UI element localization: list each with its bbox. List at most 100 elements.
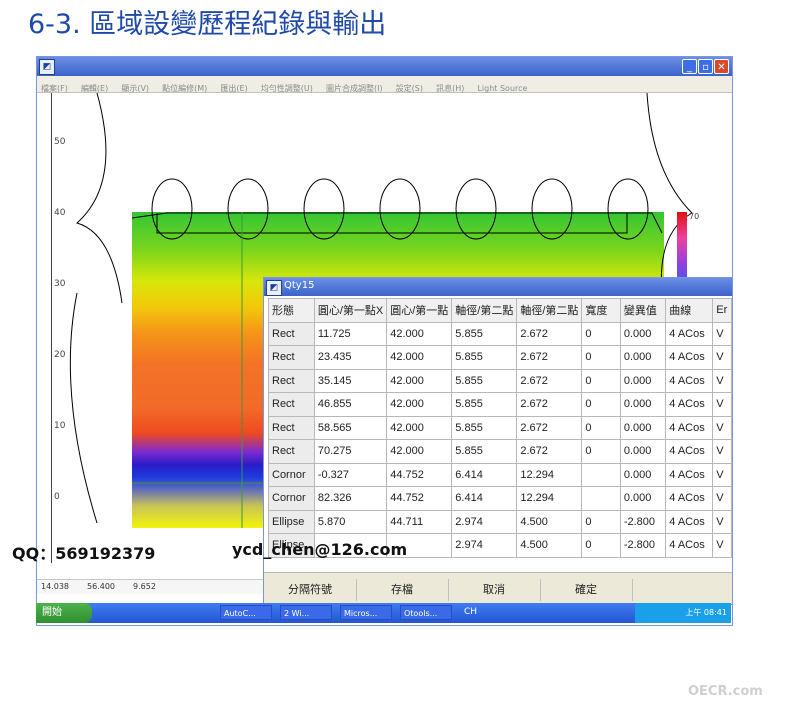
column-header[interactable]: 軸徑/第二點 <box>516 298 583 323</box>
shape-type-cell[interactable]: Rect <box>268 392 315 417</box>
table-cell[interactable]: 5.855 <box>451 368 518 393</box>
table-cell[interactable]: V <box>712 321 732 346</box>
table-cell[interactable]: 23.435 <box>313 345 388 370</box>
shape-type-cell[interactable]: Rect <box>268 415 315 440</box>
table-row[interactable]: Rect 46.855 42.000 5.855 2.672 0 0.000 4 ACos V <box>268 392 732 417</box>
table-cell[interactable]: 4 ACos <box>665 415 714 440</box>
table-cell[interactable]: 0.000 <box>619 439 667 464</box>
shape-type-cell[interactable]: Rect <box>268 345 315 370</box>
menu-view[interactable]: 顯示(V) <box>117 80 153 94</box>
table-cell[interactable]: 4 ACos <box>665 462 714 487</box>
table-cell[interactable]: -0.327 <box>313 462 388 487</box>
table-cell[interactable]: 70.275 <box>313 439 388 464</box>
table-cell[interactable]: 2.672 <box>516 345 583 370</box>
table-cell[interactable]: 4.500 <box>516 533 583 558</box>
menu-light-source[interactable]: Light Source <box>473 81 531 93</box>
table-cell[interactable]: 2.672 <box>516 321 583 346</box>
table-cell[interactable]: 0 <box>581 509 621 534</box>
table-cell[interactable]: 0 <box>581 345 621 370</box>
start-button[interactable]: 開始 <box>36 603 92 623</box>
table-cell[interactable]: 0 <box>581 415 621 440</box>
table-cell[interactable]: 4 ACos <box>665 392 714 417</box>
ok-button[interactable]: 確定 <box>540 579 633 601</box>
table-cell[interactable]: 44.752 <box>386 486 453 511</box>
table-row[interactable]: Rect 58.565 42.000 5.855 2.672 0 0.000 4 ACos V <box>268 415 732 440</box>
qty-titlebar[interactable]: ◩ Qty15 <box>264 278 732 296</box>
maximize-button[interactable]: ▫ <box>698 59 713 74</box>
table-cell[interactable]: 6.414 <box>451 486 518 511</box>
language-indicator[interactable]: CH <box>464 607 477 617</box>
close-button[interactable]: ✕ <box>714 59 729 74</box>
task-autocad[interactable]: AutoC... <box>220 605 272 620</box>
task-otools[interactable]: Otools... <box>400 605 452 620</box>
table-cell[interactable]: 0 <box>581 321 621 346</box>
table-cell[interactable]: 5.855 <box>451 345 518 370</box>
table-cell[interactable]: V <box>712 439 732 464</box>
table-cell[interactable] <box>581 486 621 511</box>
table-cell[interactable]: 5.870 <box>313 509 388 534</box>
column-header[interactable]: 軸徑/第二點 <box>451 298 518 323</box>
shape-type-cell[interactable]: Cornor <box>268 462 315 487</box>
table-cell[interactable]: 82.326 <box>313 486 388 511</box>
table-cell[interactable]: 42.000 <box>386 321 453 346</box>
table-cell[interactable]: V <box>712 509 732 534</box>
column-header[interactable]: 變異值 <box>619 298 667 323</box>
table-cell[interactable]: 42.000 <box>386 439 453 464</box>
table-row[interactable]: Rect 11.725 42.000 5.855 2.672 0 0.000 4 ACos V <box>268 321 732 346</box>
table-cell[interactable]: 46.855 <box>313 392 388 417</box>
menu-image-compose[interactable]: 圖片合成調整(I) <box>322 80 387 94</box>
table-cell[interactable]: 4.500 <box>516 509 583 534</box>
table-cell[interactable]: 4 ACos <box>665 345 714 370</box>
table-cell[interactable]: 0 <box>581 439 621 464</box>
table-cell[interactable]: 6.414 <box>451 462 518 487</box>
shape-type-cell[interactable]: Ellipse <box>268 509 315 534</box>
table-cell[interactable]: -2.800 <box>619 533 667 558</box>
table-cell[interactable]: 2.974 <box>451 533 518 558</box>
table-cell[interactable]: 4 ACos <box>665 533 714 558</box>
table-cell[interactable]: 0.000 <box>619 345 667 370</box>
menu-file[interactable]: 檔案(F) <box>37 80 72 94</box>
table-cell[interactable]: 42.000 <box>386 345 453 370</box>
shape-type-cell[interactable]: Cornor <box>268 486 315 511</box>
table-row[interactable]: Ellipse 5.870 44.711 2.974 4.500 0 -2.800 4 ACo… <box>268 509 732 534</box>
table-cell[interactable]: 2.672 <box>516 415 583 440</box>
table-cell[interactable]: 58.565 <box>313 415 388 440</box>
table-cell[interactable]: V <box>712 392 732 417</box>
table-cell[interactable]: 42.000 <box>386 368 453 393</box>
table-cell[interactable]: V <box>712 486 732 511</box>
table-cell[interactable]: V <box>712 368 732 393</box>
shape-type-cell[interactable]: Rect <box>268 321 315 346</box>
table-cell[interactable]: V <box>712 415 732 440</box>
table-cell[interactable]: 0.000 <box>619 486 667 511</box>
menu-uniformity[interactable]: 均勻性調整(U) <box>257 80 317 94</box>
menu-edit[interactable]: 編輯(E) <box>77 80 112 94</box>
column-header[interactable]: 圓心/第一點X <box>313 298 388 323</box>
task-word[interactable]: Micros... <box>340 605 392 620</box>
table-cell[interactable]: 12.294 <box>516 486 583 511</box>
table-cell[interactable]: 44.752 <box>386 462 453 487</box>
table-cell[interactable]: 0.000 <box>619 321 667 346</box>
table-cell[interactable]: 0 <box>581 392 621 417</box>
table-cell[interactable]: 0.000 <box>619 368 667 393</box>
table-cell[interactable]: 0 <box>581 368 621 393</box>
table-cell[interactable]: 2.672 <box>516 368 583 393</box>
table-cell[interactable]: V <box>712 345 732 370</box>
table-cell[interactable]: 42.000 <box>386 415 453 440</box>
menu-settings[interactable]: 設定(S) <box>392 80 427 94</box>
column-header[interactable]: 形態 <box>268 298 315 323</box>
table-row[interactable]: Rect 23.435 42.000 5.855 2.672 0 0.000 4 ACos V <box>268 345 732 370</box>
column-header[interactable]: 曲線 <box>665 298 714 323</box>
table-cell[interactable]: 11.725 <box>313 321 388 346</box>
column-header[interactable]: 圓心/第一點 <box>386 298 453 323</box>
shape-type-cell[interactable]: Rect <box>268 439 315 464</box>
column-header[interactable]: 寬度 <box>581 298 621 323</box>
table-row[interactable]: Rect 70.275 42.000 5.855 2.672 0 0.000 4 ACos V <box>268 439 732 464</box>
table-cell[interactable]: 2.974 <box>451 509 518 534</box>
table-cell[interactable]: 4 ACos <box>665 439 714 464</box>
table-cell[interactable]: 0.000 <box>619 462 667 487</box>
menu-point-edit[interactable]: 點位編修(M) <box>158 80 211 94</box>
table-cell[interactable]: 42.000 <box>386 392 453 417</box>
table-cell[interactable]: 4 ACos <box>665 321 714 346</box>
table-cell[interactable]: 5.855 <box>451 392 518 417</box>
table-cell[interactable]: 5.855 <box>451 415 518 440</box>
